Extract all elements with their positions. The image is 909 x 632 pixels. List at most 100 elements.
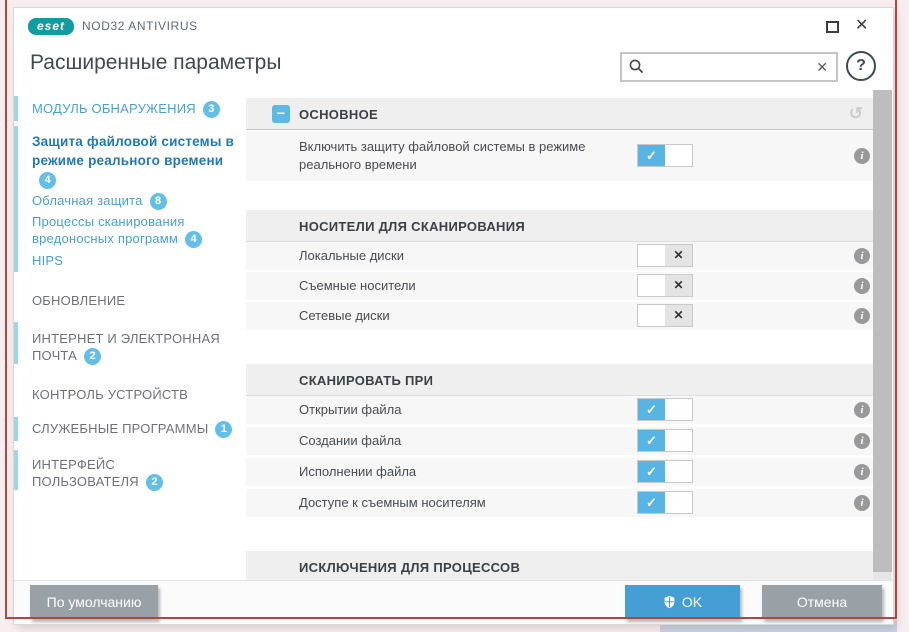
close-icon[interactable]: ✕ <box>855 16 868 36</box>
sidebar-item-hips[interactable]: HIPS <box>32 252 242 269</box>
button-label: По умолчанию <box>46 594 142 610</box>
toggle-file-open[interactable]: ✓ <box>637 398 693 421</box>
page-title: Расширенные параметры <box>30 51 282 74</box>
setting-row-removable-access: Доступе к съемным носителям ✓ i <box>246 489 875 517</box>
info-icon[interactable]: i <box>854 148 870 164</box>
sidebar-item-label: HIPS <box>32 253 64 268</box>
info-icon[interactable]: i <box>854 248 870 264</box>
setting-label: Исполнении файла <box>299 464 417 479</box>
setting-row-local-drives: Локальные диски ✕ i <box>246 242 875 270</box>
section-title: НОСИТЕЛИ ДЛЯ СКАНИРОВАНИЯ <box>299 219 526 234</box>
setting-label: Локальные диски <box>299 248 404 263</box>
toggle-file-creation[interactable]: ✓ <box>637 429 693 452</box>
badge: 4 <box>185 231 203 248</box>
toggle-removable-access[interactable]: ✓ <box>637 491 693 514</box>
setting-row-network-drives: Сетевые диски ✕ i <box>246 302 875 330</box>
toggle-knob <box>665 492 692 513</box>
badge: 2 <box>145 474 163 491</box>
info-icon[interactable]: i <box>854 278 870 294</box>
undo-icon[interactable]: ↺ <box>849 104 863 124</box>
scrollbar-track[interactable] <box>873 90 892 580</box>
setting-row-file-creation: Создании файла ✓ i <box>246 427 875 455</box>
sidebar-indicator <box>14 126 18 272</box>
search-clear-icon[interactable]: ✕ <box>814 59 830 76</box>
badge: 2 <box>84 348 102 365</box>
cross-icon: ✕ <box>665 305 692 326</box>
search-box[interactable]: ✕ <box>620 52 838 82</box>
setting-row-file-execution: Исполнении файла ✓ i <box>246 458 875 486</box>
toggle-enable-realtime[interactable]: ✓ <box>637 144 693 167</box>
maximize-icon[interactable] <box>826 21 839 33</box>
setting-row-removable-media: Съемные носители ✕ i <box>246 272 875 300</box>
cancel-button[interactable]: Отмена <box>762 585 882 619</box>
sidebar-item-label: Процессы сканирования вредоносных програ… <box>32 214 185 246</box>
sidebar-item-tools[interactable]: СЛУЖЕБНЫЕ ПРОГРАММЫ 1 <box>32 420 242 438</box>
sidebar-item-realtime-protection[interactable]: Защита файловой системы в режиме реально… <box>32 132 242 189</box>
footer-bar: По умолчанию OK Отмена <box>14 580 893 624</box>
badge: 1 <box>215 421 233 438</box>
toggle-knob <box>638 245 665 266</box>
sidebar-indicator <box>14 322 18 364</box>
sidebar-item-malware-scans[interactable]: Процессы сканирования вредоносных програ… <box>32 213 242 248</box>
toggle-removable-media[interactable]: ✕ <box>637 274 693 297</box>
button-label: Отмена <box>796 594 848 610</box>
sidebar-item-cloud-protection[interactable]: Облачная защита 8 <box>32 192 242 210</box>
sidebar-item-user-interface[interactable]: ИНТЕРФЕЙС ПОЛЬЗОВАТЕЛЯ 2 <box>32 456 192 491</box>
uac-shield-icon <box>664 595 675 609</box>
sidebar-item-label: Облачная защита <box>32 193 143 208</box>
setting-label: Доступе к съемным носителям <box>299 495 486 510</box>
check-icon: ✓ <box>638 461 665 482</box>
sidebar-item-label: СЛУЖЕБНЫЕ ПРОГРАММЫ <box>32 421 209 436</box>
sidebar-indicator <box>14 450 18 490</box>
info-icon[interactable]: i <box>854 495 870 511</box>
badge: 4 <box>39 172 56 189</box>
toggle-knob <box>638 275 665 296</box>
sidebar-item-detection-engine[interactable]: МОДУЛЬ ОБНАРУЖЕНИЯ 3 <box>32 100 242 118</box>
sidebar-indicator <box>14 96 18 121</box>
eset-logo-icon: eset <box>28 18 74 35</box>
sidebar-item-label: ОБНОВЛЕНИЕ <box>32 293 126 308</box>
collapse-icon[interactable]: − <box>272 105 290 123</box>
sidebar-item-label: МОДУЛЬ ОБНАРУЖЕНИЯ <box>32 101 196 116</box>
section-header-scan-on: СКАНИРОВАТЬ ПРИ <box>246 364 875 396</box>
check-icon: ✓ <box>638 145 665 166</box>
cross-icon: ✕ <box>665 245 692 266</box>
cross-icon: ✕ <box>665 275 692 296</box>
eset-settings-window: eset NOD32 ANTIVIRUS ✕ Расширенные парам… <box>14 8 893 624</box>
sidebar-item-label: Защита файловой системы в режиме реально… <box>32 134 235 168</box>
info-icon[interactable]: i <box>854 433 870 449</box>
sidebar-item-device-control[interactable]: КОНТРОЛЬ УСТРОЙСТВ <box>32 386 242 403</box>
toggle-knob <box>638 305 665 326</box>
section-title: ОСНОВНОЕ <box>299 107 378 122</box>
section-header-basic: − ОСНОВНОЕ ↺ <box>246 98 875 130</box>
sidebar-item-label: ИНТЕРФЕЙС ПОЛЬЗОВАТЕЛЯ <box>32 457 139 489</box>
button-label: OK <box>681 594 703 610</box>
help-icon[interactable]: ? <box>846 51 876 81</box>
default-button[interactable]: По умолчанию <box>30 585 158 619</box>
info-icon[interactable]: i <box>854 308 870 324</box>
sidebar-item-web-email[interactable]: ИНТЕРНЕТ И ЭЛЕКТРОННАЯ ПОЧТА 2 <box>32 330 242 365</box>
toggle-file-execution[interactable]: ✓ <box>637 460 693 483</box>
toggle-local-drives[interactable]: ✕ <box>637 244 693 267</box>
check-icon: ✓ <box>638 430 665 451</box>
check-icon: ✓ <box>638 492 665 513</box>
section-header-process-exclusions: ИСКЛЮЧЕНИЯ ДЛЯ ПРОЦЕССОВ <box>246 551 875 580</box>
section-title: СКАНИРОВАТЬ ПРИ <box>299 373 434 388</box>
section-header-media: НОСИТЕЛИ ДЛЯ СКАНИРОВАНИЯ <box>246 210 875 242</box>
setting-label: Открытии файла <box>299 402 402 417</box>
scrollbar-thumb[interactable] <box>873 90 892 572</box>
ok-button[interactable]: OK <box>625 585 740 619</box>
search-input[interactable] <box>646 56 815 78</box>
toggle-network-drives[interactable]: ✕ <box>637 304 693 327</box>
setting-row-file-open: Открытии файла ✓ i <box>246 396 875 424</box>
sidebar-item-label: ИНТЕРНЕТ И ЭЛЕКТРОННАЯ ПОЧТА <box>32 331 220 363</box>
sidebar-item-update[interactable]: ОБНОВЛЕНИЕ <box>32 292 242 309</box>
setting-label: Создании файла <box>299 433 402 448</box>
sidebar-item-label: КОНТРОЛЬ УСТРОЙСТВ <box>32 387 189 402</box>
setting-label: Сетевые диски <box>299 308 390 323</box>
toggle-knob <box>665 461 692 482</box>
setting-row-enable-realtime: Включить защиту файловой системы в режим… <box>246 131 875 181</box>
toggle-knob <box>665 430 692 451</box>
info-icon[interactable]: i <box>854 464 870 480</box>
info-icon[interactable]: i <box>854 402 870 418</box>
